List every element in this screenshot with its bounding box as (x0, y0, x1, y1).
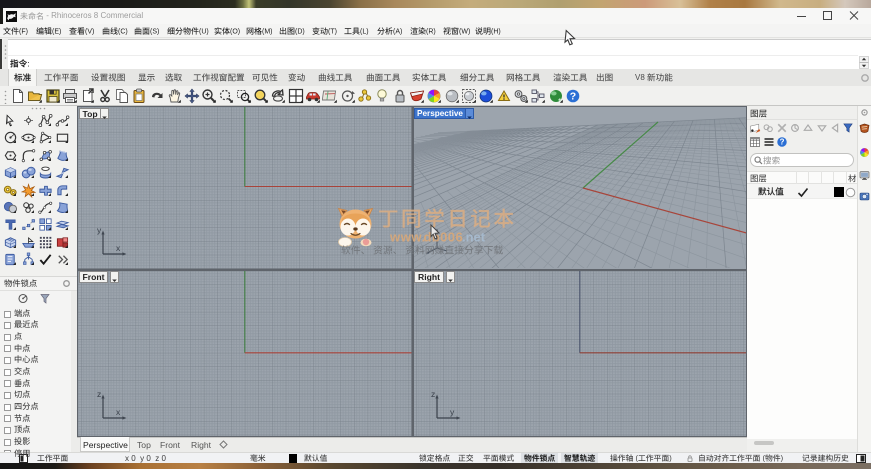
svg-text:V8: V8 (635, 73, 647, 82)
svg-text:(: ( (633, 453, 638, 462)
svg-text:?: ? (780, 138, 785, 147)
svg-text:x: x (116, 407, 121, 417)
svg-text:(T): (T) (328, 29, 337, 36)
svg-text:z: z (97, 389, 101, 399)
svg-text:z: z (431, 389, 435, 399)
svg-text:(R): (R) (426, 29, 436, 36)
svg-text:(F): (F) (19, 29, 28, 36)
svg-text:(S): (S) (150, 29, 159, 36)
svg-text:(E): (E) (52, 29, 61, 36)
svg-text:(V): (V) (85, 29, 94, 36)
svg-text:(O): (O) (230, 29, 240, 36)
svg-text:x: x (116, 243, 121, 253)
svg-text:- Rhinoceros 8 Commercial: - Rhinoceros 8 Commercial (44, 11, 143, 20)
svg-text:(U): (U) (199, 29, 209, 36)
svg-text:(W): (W) (459, 29, 470, 36)
svg-text:(: ( (760, 453, 765, 462)
svg-text:www.: www. (390, 230, 426, 245)
svg-text:): ) (781, 453, 784, 462)
svg-text:(A): (A) (393, 29, 402, 36)
svg-text:(M): (M) (262, 29, 273, 36)
svg-text:?: ? (570, 91, 576, 103)
svg-text:(C): (C) (118, 29, 128, 36)
svg-text:y: y (97, 225, 102, 235)
svg-text:(D): (D) (295, 29, 305, 36)
svg-text:): ) (669, 453, 672, 462)
svg-text::: : (27, 59, 29, 69)
svg-text:(H): (H) (491, 29, 501, 36)
svg-text:y: y (450, 407, 455, 417)
svg-text:.net: .net (462, 230, 486, 245)
svg-text:(L): (L) (360, 29, 369, 36)
